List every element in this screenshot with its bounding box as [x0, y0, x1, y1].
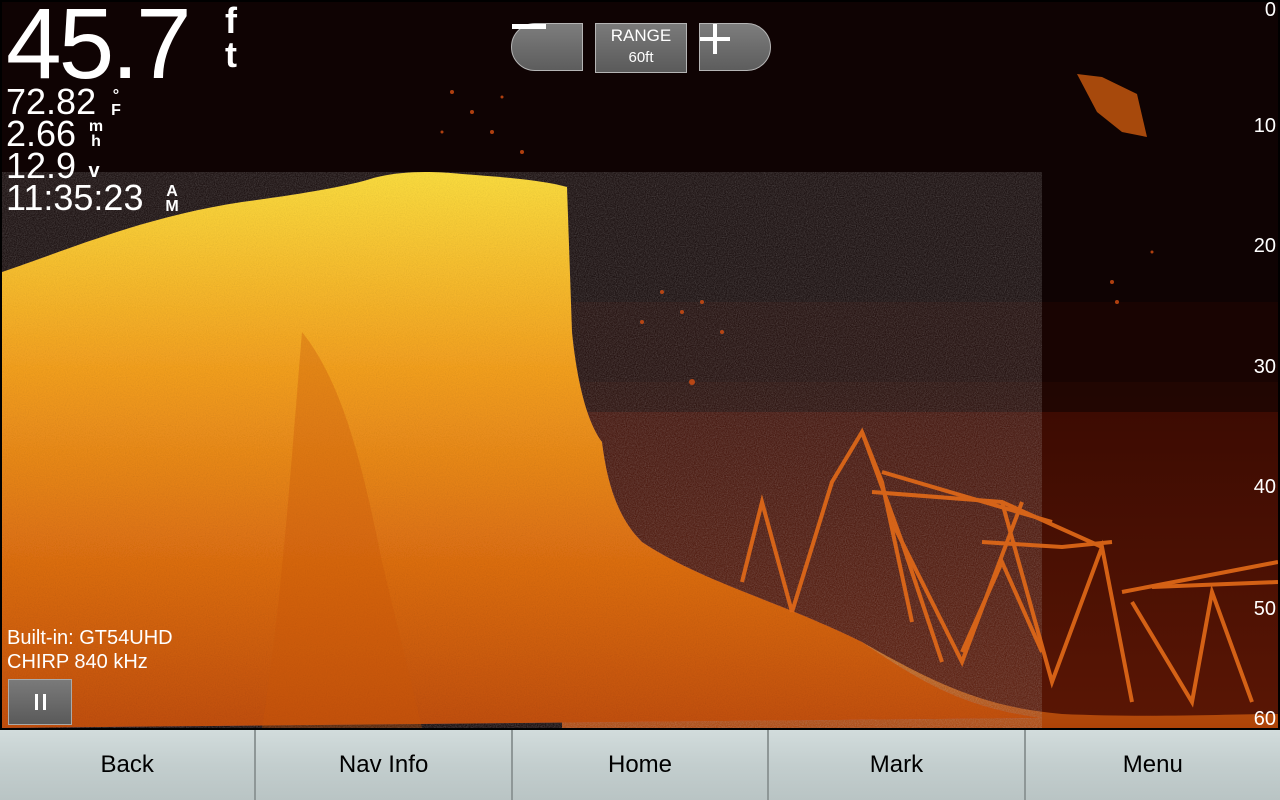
- transducer-label: Built-in: GT54UHD: [7, 627, 173, 649]
- nav-info-button[interactable]: Nav Info: [256, 730, 513, 800]
- softkey-bar: Back Nav Info Home Mark Menu: [0, 730, 1280, 800]
- back-button[interactable]: Back: [0, 730, 257, 800]
- depth-scale-tick: 30: [1253, 356, 1276, 378]
- home-button[interactable]: Home: [512, 730, 770, 800]
- range-title: RANGE: [610, 26, 672, 45]
- depth-scale-tick: 60: [1253, 708, 1276, 728]
- speed-unit: m h: [88, 118, 104, 150]
- speed-unit-top: m: [88, 118, 104, 135]
- menu-button[interactable]: Menu: [1025, 730, 1280, 800]
- range-display[interactable]: RANGE 60ft: [595, 23, 687, 73]
- water-temp-unit-top: °: [112, 87, 120, 104]
- depth-scale-tick: 20: [1253, 235, 1276, 257]
- depth-unit-top: f: [225, 2, 237, 41]
- speed-unit-bottom: h: [91, 133, 101, 150]
- plus-icon: [700, 24, 730, 54]
- depth-unit: f t: [220, 2, 242, 75]
- time-readout: 11:35:23: [6, 177, 144, 218]
- pause-icon: [34, 694, 46, 710]
- sonar-display[interactable]: 45.7 f t 72.82 ° F 2.66 m h 12.9 v 11:35…: [2, 2, 1278, 728]
- sonar-image: [2, 2, 1278, 728]
- depth-scale-tick: 0: [1264, 2, 1276, 21]
- mark-button[interactable]: Mark: [769, 730, 1026, 800]
- time-unit-bottom: M: [165, 198, 179, 215]
- frequency-label: CHIRP 840 kHz: [7, 651, 148, 673]
- zoom-in-button[interactable]: [699, 23, 771, 71]
- pause-button[interactable]: [8, 679, 72, 725]
- depth-unit-bottom: t: [225, 34, 237, 75]
- depth-scale-tick: 10: [1253, 115, 1276, 137]
- zoom-out-button[interactable]: [511, 23, 583, 71]
- depth-scale-tick: 40: [1253, 476, 1276, 498]
- water-temp-unit-bottom: F: [111, 102, 121, 119]
- minus-icon: [512, 24, 546, 29]
- range-value: 60ft: [628, 49, 654, 66]
- depth-scale-tick: 50: [1253, 598, 1276, 620]
- time-unit: A M: [164, 183, 180, 215]
- water-temp-unit: ° F: [108, 87, 124, 119]
- time-unit-top: A: [166, 183, 178, 200]
